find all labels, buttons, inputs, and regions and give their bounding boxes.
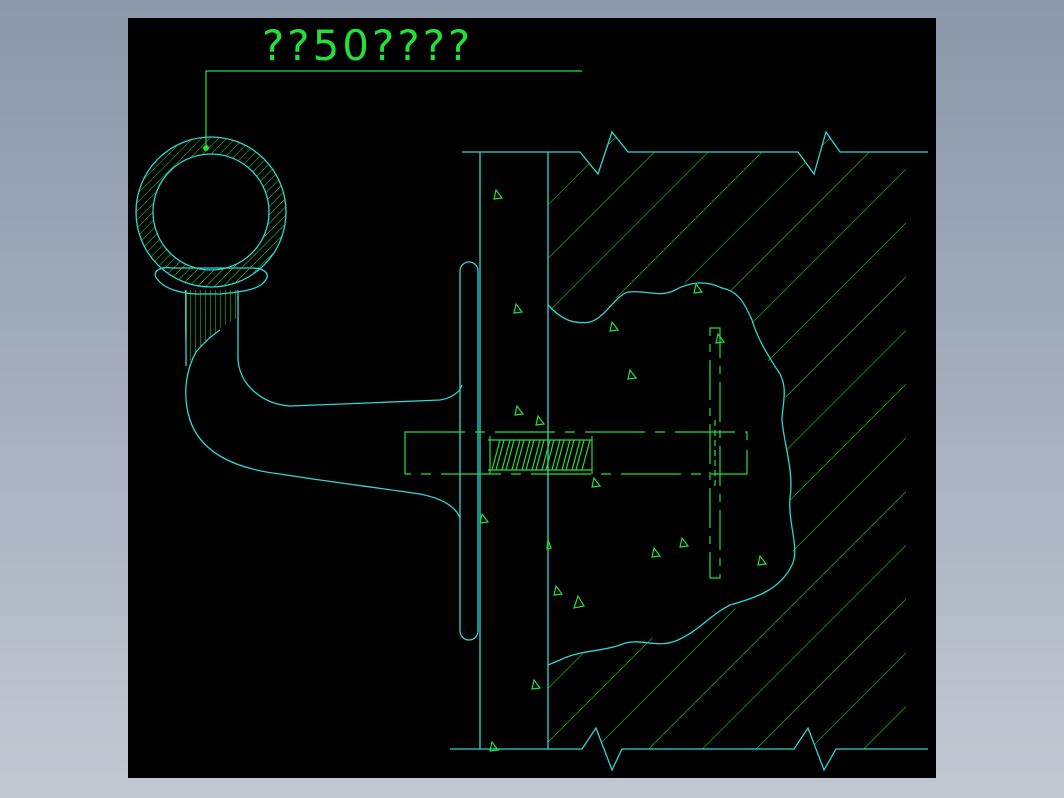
bolt-thread xyxy=(488,436,593,474)
wall-mounting-plate xyxy=(459,261,479,641)
handrail-tube-section xyxy=(135,136,287,288)
wall-section-hatch xyxy=(548,132,906,770)
handrail-bracket-section-drawing: ??50???? xyxy=(135,21,928,772)
bracket-arm xyxy=(185,296,463,519)
leader-line xyxy=(203,70,582,151)
cad-drawing-canvas[interactable]: ??50???? xyxy=(128,18,936,778)
bracket-neck-hatch xyxy=(184,290,238,366)
drawing-label: ??50???? xyxy=(262,21,473,70)
